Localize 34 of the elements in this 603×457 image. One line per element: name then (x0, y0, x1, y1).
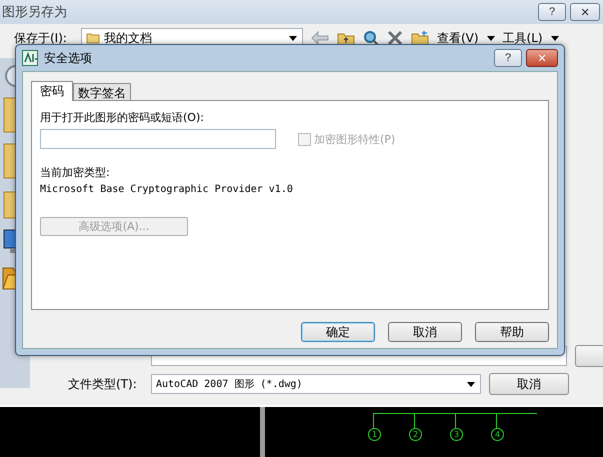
caret-icon[interactable] (288, 36, 297, 40)
file-type-dropdown[interactable]: AutoCAD 2007 图形 (*.dwg) (151, 374, 481, 394)
password-field[interactable] (40, 129, 276, 149)
caret-icon[interactable] (486, 36, 495, 40)
close-button[interactable]: ✕ (570, 3, 600, 21)
tab[interactable]: 密码 (31, 81, 73, 101)
axis-marker: 4 (491, 428, 504, 441)
axis-marker: 2 (409, 428, 422, 441)
help-button[interactable]: ? (538, 3, 566, 21)
dialog-button[interactable]: 取消 (388, 322, 462, 342)
new-folder-icon[interactable] (410, 30, 429, 46)
cancel-button[interactable]: 取消 (489, 373, 569, 395)
file-type-label: 文件类型(T): (68, 376, 138, 392)
view-menu[interactable]: 查看(V) (436, 30, 479, 46)
caret-icon[interactable] (550, 36, 559, 40)
dialog-button[interactable]: 帮助 (475, 322, 549, 342)
back-arrow-icon[interactable] (310, 31, 329, 45)
help-button[interactable]: ? (494, 49, 522, 67)
encryption-type-text: Microsoft Base Cryptographic Provider v1.0 (40, 184, 294, 195)
caret-icon[interactable] (467, 382, 475, 386)
divider-bar (260, 407, 265, 457)
search-icon[interactable] (362, 30, 379, 46)
axis-marker: 3 (450, 428, 463, 441)
tools-menu[interactable]: 工具(L) (502, 30, 543, 46)
window-title: 图形另存为 (2, 4, 67, 21)
axis-marker: 1 (368, 428, 381, 441)
delete-icon[interactable] (386, 30, 403, 46)
dialog-button[interactable]: 确定 (301, 322, 375, 342)
password-label: 用于打开此图形的密码或短语(O): (40, 110, 205, 125)
save-in-label: 保存于(I): (14, 30, 67, 46)
app-icon (22, 50, 38, 66)
tab[interactable]: 数字签名 (73, 83, 131, 100)
dialog-title: 安全选项 (44, 50, 93, 66)
encryption-type-label: 当前加密类型: (40, 165, 111, 180)
